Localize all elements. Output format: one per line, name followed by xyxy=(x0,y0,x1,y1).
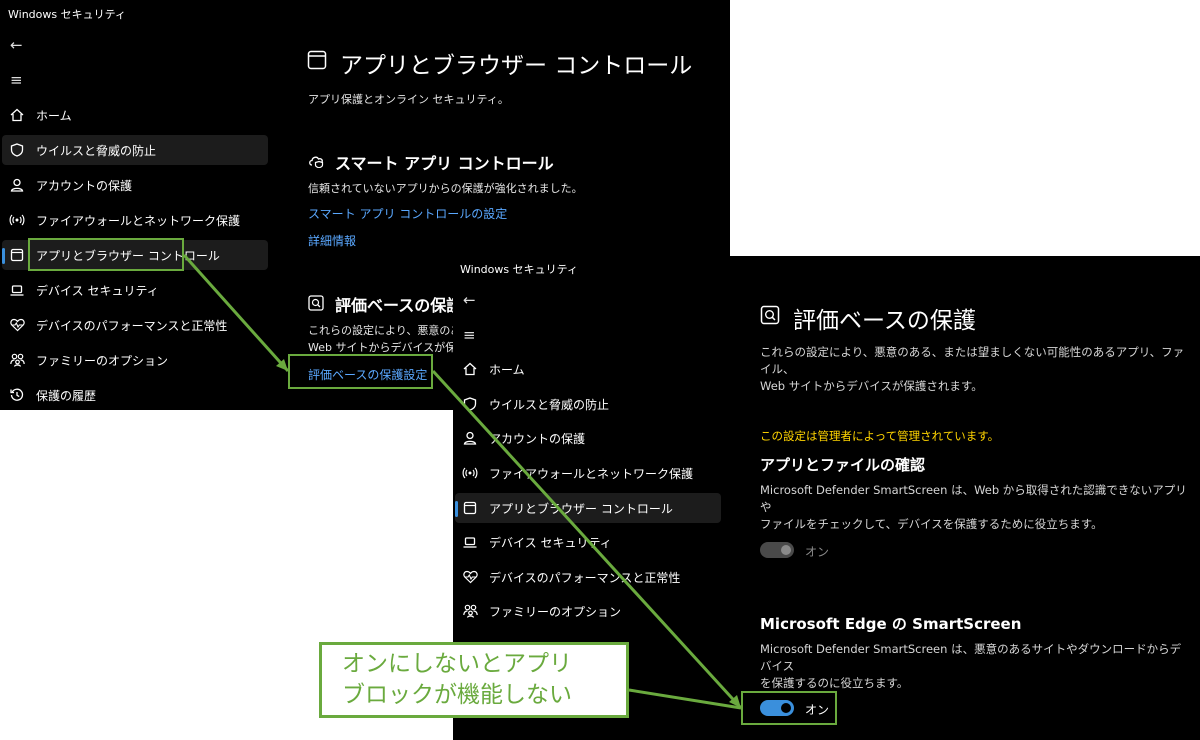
hamburger-menu-icon[interactable]: ≡ xyxy=(10,73,23,88)
family-icon xyxy=(9,352,25,368)
heart-pulse-icon xyxy=(9,317,25,333)
description-line: Microsoft Defender SmartScreen は、Web から取… xyxy=(760,483,1187,514)
annotation-callout: オンにしないとアプリ ブロックが機能しない xyxy=(319,642,629,718)
sidebar-item-app-browser-control[interactable]: アプリとブラウザー コントロール xyxy=(455,493,721,523)
sidebar-item-virus-protection[interactable]: ウイルスと脅威の防止 xyxy=(455,389,721,419)
window-title: Windows セキュリティ xyxy=(460,263,578,276)
highlight-box-edge-toggle xyxy=(741,691,837,725)
sidebar-item-label: デバイス セキュリティ xyxy=(489,535,612,550)
highlight-box-reputation-settings-link xyxy=(288,354,433,389)
smart-app-control-heading: スマート アプリ コントロール xyxy=(335,154,554,173)
wifi-antenna-icon xyxy=(462,465,478,481)
app-window-icon xyxy=(9,247,25,263)
home-icon xyxy=(462,361,478,377)
more-info-link[interactable]: 詳細情報 xyxy=(308,232,356,249)
sidebar-item-home[interactable]: ホーム xyxy=(455,354,721,384)
sidebar-item-device-security[interactable]: デバイス セキュリティ xyxy=(2,275,268,305)
hamburger-menu-icon[interactable]: ≡ xyxy=(463,328,476,343)
sidebar-item-label: ファミリーのオプション xyxy=(489,604,622,619)
sidebar-item-home[interactable]: ホーム xyxy=(2,100,268,130)
callout-line2: ブロックが機能しない xyxy=(342,682,572,708)
check-apps-files-heading: アプリとファイルの確認 xyxy=(760,456,926,474)
page-title: アプリとブラウザー コントロール xyxy=(340,53,693,79)
reputation-protection-icon xyxy=(760,305,780,329)
page-subtitle: アプリ保護とオンライン セキュリティ。 xyxy=(308,93,509,106)
page-description-line1: これらの設定により、悪意のある、または望ましくない可能性のあるアプリ、ファイル、 xyxy=(760,345,1185,376)
description-line: Microsoft Defender SmartScreen は、悪意のあるサイ… xyxy=(760,642,1182,673)
page-description-line2: Web サイトからデバイスが保護されます。 xyxy=(760,379,983,393)
edge-smartscreen-description: Microsoft Defender SmartScreen は、悪意のあるサイ… xyxy=(760,641,1190,692)
sidebar-item-label: デバイスのパフォーマンスと正常性 xyxy=(36,318,228,333)
reputation-description-line1: これらの設定により、悪意のあ xyxy=(308,324,462,337)
back-arrow-icon[interactable]: ← xyxy=(10,38,23,53)
description-line: ファイルをチェックして、デバイスを保護するために役立ちます。 xyxy=(760,517,1103,531)
sidebar-item-label: デバイス セキュリティ xyxy=(36,283,159,298)
laptop-icon xyxy=(462,534,478,550)
sidebar-item-device-security[interactable]: デバイス セキュリティ xyxy=(455,527,721,557)
sidebar-item-label: ウイルスと脅威の防止 xyxy=(489,397,610,412)
sidebar-item-label: デバイスのパフォーマンスと正常性 xyxy=(489,570,681,585)
sidebar-item-account-protection[interactable]: アカウントの保護 xyxy=(2,170,268,200)
page-description: これらの設定により、悪意のある、または望ましくない可能性のあるアプリ、ファイル、… xyxy=(760,344,1190,395)
sidebar-item-label: アプリとブラウザー コントロール xyxy=(489,501,673,516)
wifi-antenna-icon xyxy=(9,212,25,228)
check-apps-files-toggle-label: オン xyxy=(805,545,830,559)
sidebar-item-label: ファイアウォールとネットワーク保護 xyxy=(489,466,694,481)
person-icon xyxy=(462,430,478,446)
check-apps-files-description: Microsoft Defender SmartScreen は、Web から取… xyxy=(760,482,1190,533)
check-apps-files-toggle[interactable] xyxy=(760,542,794,558)
highlight-box-app-browser-control xyxy=(28,238,184,271)
shield-icon xyxy=(462,396,478,412)
selected-indicator xyxy=(2,248,5,264)
history-icon xyxy=(9,387,25,403)
sidebar-item-label: ファミリーのオプション xyxy=(36,353,169,368)
toggle-knob xyxy=(781,545,791,555)
sidebar-item-virus-protection[interactable]: ウイルスと脅威の防止 xyxy=(2,135,268,165)
reputation-protection-heading: 評価ベースの保護 xyxy=(335,296,463,315)
page-title-icon xyxy=(307,50,327,74)
reputation-description-line2: Web サイトからデバイスが保護 xyxy=(308,341,468,354)
sidebar-item-family-options[interactable]: ファミリーのオプション xyxy=(2,345,268,375)
selected-indicator xyxy=(455,501,458,517)
laptop-icon xyxy=(9,282,25,298)
sidebar-item-firewall[interactable]: ファイアウォールとネットワーク保護 xyxy=(455,458,721,488)
person-icon xyxy=(9,177,25,193)
home-icon xyxy=(9,107,25,123)
reputation-protection-icon xyxy=(308,295,324,315)
sidebar-item-account-protection[interactable]: アカウントの保護 xyxy=(455,423,721,453)
sidebar-item-label: ウイルスと脅威の防止 xyxy=(36,143,157,158)
sidebar-item-family-options[interactable]: ファミリーのオプション xyxy=(455,596,721,626)
family-icon xyxy=(462,603,478,619)
sidebar-item-firewall[interactable]: ファイアウォールとネットワーク保護 xyxy=(2,205,268,235)
app-window-icon xyxy=(462,500,478,516)
sidebar-item-device-performance[interactable]: デバイスのパフォーマンスと正常性 xyxy=(2,310,268,340)
callout-line1: オンにしないとアプリ xyxy=(342,651,572,677)
sidebar-item-label: アカウントの保護 xyxy=(489,431,586,446)
sidebar-item-label: ホーム xyxy=(36,108,72,123)
admin-managed-notice: この設定は管理者によって管理されています。 xyxy=(760,429,1000,443)
smart-app-control-description: 信頼されていないアプリからの保護が強化されました。 xyxy=(308,182,583,195)
sidebar-item-label: 保護の履歴 xyxy=(36,388,97,403)
heart-pulse-icon xyxy=(462,569,478,585)
window-title: Windows セキュリティ xyxy=(8,8,126,21)
sidebar-item-label: アカウントの保護 xyxy=(36,178,133,193)
sidebar-item-device-performance[interactable]: デバイスのパフォーマンスと正常性 xyxy=(455,562,721,592)
sidebar-item-label: ファイアウォールとネットワーク保護 xyxy=(36,213,241,228)
back-arrow-icon[interactable]: ← xyxy=(463,293,476,308)
shield-icon xyxy=(9,142,25,158)
sidebar-item-protection-history[interactable]: 保護の履歴 xyxy=(2,380,268,410)
sidebar-item-label: ホーム xyxy=(489,362,525,377)
page-title: 評価ベースの保護 xyxy=(793,308,976,334)
smart-app-control-settings-link[interactable]: スマート アプリ コントロールの設定 xyxy=(308,205,507,222)
description-line: を保護するのに役立ちます。 xyxy=(760,676,909,690)
edge-smartscreen-heading: Microsoft Edge の SmartScreen xyxy=(760,615,1022,633)
cloud-shield-icon xyxy=(308,153,326,172)
